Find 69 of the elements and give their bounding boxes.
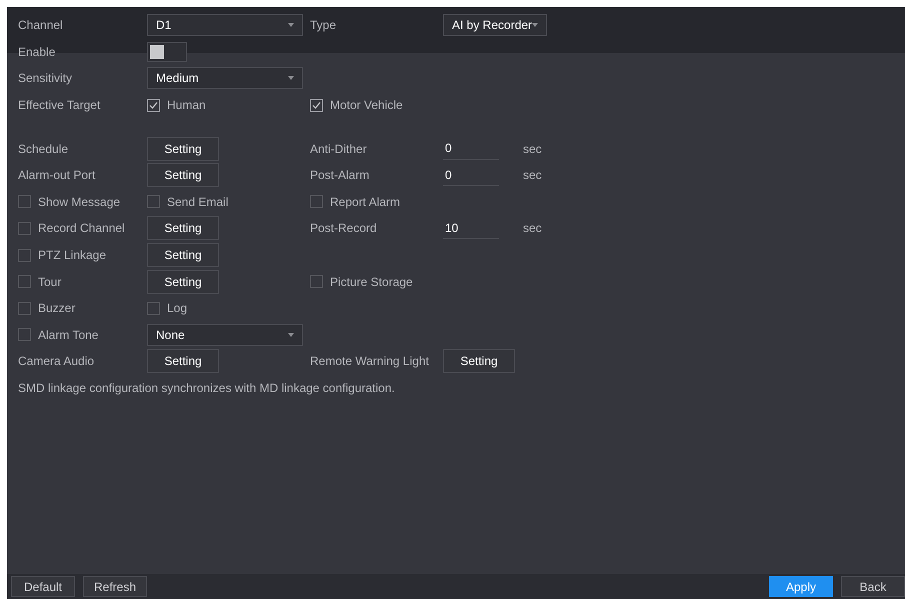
caret-icon (288, 76, 294, 80)
setting-button[interactable]: Setting (147, 216, 219, 240)
check-icon (312, 100, 321, 110)
unit-label: sec (523, 220, 542, 238)
checkbox-label: Picture Storage (330, 274, 413, 291)
checkbox[interactable] (18, 222, 31, 235)
field-label: Sensitivity (18, 71, 72, 86)
dropdown[interactable]: None (147, 324, 303, 346)
field-label: Remote Warning Light (310, 354, 429, 368)
checkbox[interactable] (18, 275, 31, 288)
checkbox[interactable] (18, 195, 31, 208)
unit-label: sec (523, 140, 542, 158)
setting-button[interactable]: Setting (443, 349, 515, 374)
number-field[interactable]: 0 (443, 138, 499, 160)
dropdown-value: D1 (156, 17, 172, 34)
field-label: Post-Record (310, 221, 377, 236)
field-label: Anti-Dither (310, 142, 367, 156)
field-label: Enable (18, 44, 56, 59)
field-label: Type (310, 18, 336, 32)
dropdown-value: Medium (156, 70, 199, 88)
field-label: Schedule (18, 142, 68, 156)
checkbox[interactable] (147, 195, 160, 208)
caret-icon (288, 332, 294, 337)
checkbox[interactable] (18, 302, 31, 315)
unit-label: sec (523, 167, 542, 184)
checkbox-label: Record Channel (38, 220, 125, 238)
checkbox[interactable] (310, 98, 323, 112)
toggle-switch[interactable] (147, 42, 187, 62)
setting-button[interactable]: Setting (147, 163, 219, 188)
dropdown-value: None (156, 326, 185, 344)
field-label: Post-Alarm (310, 168, 370, 182)
dropdown[interactable]: AI by Recorder (443, 14, 547, 36)
number-field[interactable]: 10 (443, 217, 499, 240)
caret-icon (288, 23, 294, 28)
checkbox-label: Send Email (167, 194, 228, 211)
footer-button[interactable]: Back (841, 576, 905, 597)
field-label: Camera Audio (18, 354, 94, 368)
check-icon (149, 100, 158, 110)
checkbox-label: Buzzer (38, 300, 76, 318)
linkage-note: SMD linkage configuration synchronizes with MD linkage configuration. (18, 380, 396, 397)
dropdown[interactable]: D1 (147, 14, 303, 36)
checkbox[interactable] (18, 328, 31, 342)
checkbox-label: Alarm Tone (38, 326, 98, 344)
toggle-knob (150, 44, 164, 59)
checkbox-label: Motor Vehicle (330, 97, 403, 114)
setting-button[interactable]: Setting (147, 270, 219, 294)
checkbox-label: Log (167, 300, 188, 318)
checkbox[interactable] (310, 275, 323, 288)
dropdown[interactable]: Medium (147, 67, 303, 90)
checkbox[interactable] (147, 302, 160, 315)
setting-button[interactable]: Setting (147, 349, 219, 374)
checkbox-label: Report Alarm (330, 194, 400, 211)
checkbox-label: PTZ Linkage (38, 247, 106, 264)
checkbox-label: Show Message (38, 194, 120, 211)
checkbox[interactable] (147, 98, 160, 112)
dropdown-value: AI by Recorder (452, 17, 532, 34)
field-label: Alarm-out Port (18, 168, 96, 182)
number-field[interactable]: 0 (443, 164, 499, 186)
setting-button[interactable]: Setting (147, 243, 219, 268)
checkbox[interactable] (18, 248, 31, 262)
setting-button[interactable]: Setting (147, 136, 219, 161)
field-label: Channel (18, 18, 63, 32)
caret-icon (532, 23, 538, 28)
footer-button[interactable]: Default (11, 576, 75, 597)
field-label: Effective Target (18, 98, 100, 112)
checkbox-label: Human (167, 97, 206, 114)
footer-button[interactable]: Refresh (83, 576, 148, 597)
checkbox[interactable] (310, 195, 323, 208)
checkbox-label: Tour (38, 274, 62, 291)
